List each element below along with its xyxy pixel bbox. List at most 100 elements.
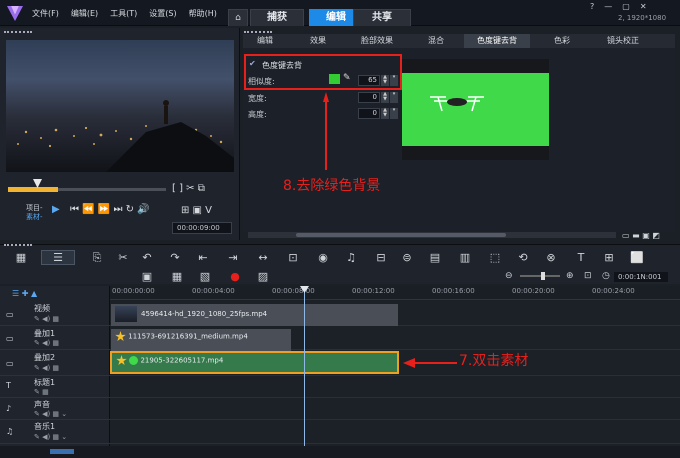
- tab-option-edit[interactable]: 编辑: [245, 34, 285, 48]
- playhead-line[interactable]: [304, 286, 305, 446]
- tool-icon-14[interactable]: ⊗: [544, 251, 558, 264]
- track-name: 音乐1: [34, 422, 56, 431]
- record-icon[interactable]: ◉: [316, 251, 330, 264]
- tool-icon-6[interactable]: ⊡: [286, 251, 300, 264]
- clip-mode-label[interactable]: 素材-: [26, 212, 43, 222]
- tool-icon-16[interactable]: ⬜: [630, 251, 644, 264]
- lane-title1: [110, 376, 680, 398]
- chroma-preview: [402, 59, 549, 160]
- track-controls[interactable]: ✎ ◀) ▦: [34, 364, 59, 372]
- width-spinner[interactable]: ▲ ▼: [381, 92, 389, 103]
- tab-option-blend[interactable]: 混合: [418, 34, 454, 48]
- music-track-icon: ♫: [6, 427, 14, 436]
- panel-grip: [4, 31, 32, 33]
- zoom-out-icon[interactable]: ⊖: [505, 271, 513, 281]
- ruler-label: 00:00:00:00: [112, 287, 155, 295]
- width-input[interactable]: 0: [358, 92, 380, 103]
- tool-icon-19[interactable]: ▧: [198, 270, 212, 283]
- storyboard-view-icon[interactable]: ▦: [14, 251, 28, 264]
- drone-icon: [430, 96, 484, 112]
- tool-icon-13[interactable]: ⟲: [516, 251, 530, 264]
- tab-option-effect[interactable]: 效果: [298, 34, 338, 48]
- timeline-scrollbar[interactable]: [0, 446, 680, 458]
- zoom-in-icon[interactable]: ⊕: [566, 271, 574, 281]
- title-tool-icon[interactable]: T: [574, 251, 588, 264]
- menu-bar: 文件(F) 编辑(E) 工具(T) 设置(S) 帮助(H): [32, 8, 229, 19]
- redo-icon[interactable]: ↷: [168, 251, 182, 264]
- track-manager-icons[interactable]: ☰ ✚ ▲: [12, 289, 37, 298]
- tab-option-chromakey[interactable]: 色度键去背: [464, 34, 530, 48]
- tool-icon-1[interactable]: ⎘: [90, 251, 104, 265]
- play-icon[interactable]: ▶: [52, 204, 60, 215]
- track-controls[interactable]: ✎ ◀) ▦: [34, 339, 59, 347]
- tab-share[interactable]: 共享: [353, 9, 411, 26]
- options-scrollbar-thumb[interactable]: [296, 233, 506, 237]
- clip-filename: 4596414-hd_1920_1080_25fps.mp4: [141, 310, 268, 318]
- mark-in-out-icons[interactable]: [ ] ✂ ⧉: [172, 183, 205, 194]
- transport-icons[interactable]: ⏮ ⏪ ⏩ ⏭ ↻ 🔊: [70, 204, 150, 215]
- zoom-slider-thumb[interactable]: [541, 272, 545, 280]
- tool-icon-8[interactable]: ⊟: [374, 251, 388, 264]
- tab-option-color[interactable]: 色彩: [540, 34, 584, 48]
- tool-icon-20[interactable]: ▨: [256, 270, 270, 283]
- minimize-icon[interactable]: —: [604, 2, 612, 11]
- menu-tools[interactable]: 工具(T): [110, 8, 137, 19]
- panel-view-icons[interactable]: ▭ ▬ ▣ ◩: [622, 231, 660, 240]
- panel-grip-right: [244, 31, 272, 33]
- tool-icon-17[interactable]: ▣: [140, 270, 154, 283]
- tool-icon-12[interactable]: ⬚: [488, 251, 502, 264]
- fit-icon[interactable]: ⊡: [584, 271, 592, 281]
- track-controls[interactable]: ✎ ◀) ▦ ⌄: [34, 433, 67, 441]
- maximize-icon[interactable]: ▢: [622, 2, 630, 11]
- track-controls[interactable]: ✎ ◀) ▦: [34, 315, 59, 323]
- overlay-track-icon: ▭: [6, 359, 14, 368]
- clock-icon: ◷: [602, 271, 610, 281]
- annotation-arrow-up: [323, 92, 329, 170]
- menu-file[interactable]: 文件(F): [32, 8, 59, 19]
- menu-help[interactable]: 帮助(H): [189, 8, 217, 19]
- clip-overlay2-selected[interactable]: 21905-322605117.mp4: [110, 351, 399, 374]
- width-dropdown[interactable]: ▾: [390, 92, 398, 103]
- help-icon[interactable]: ?: [590, 2, 594, 11]
- ruler-label: 00:00:20:00: [512, 287, 555, 295]
- tool-icon-10[interactable]: ▤: [428, 251, 442, 264]
- tab-option-face[interactable]: 脸部效果: [348, 34, 406, 48]
- timecode-display[interactable]: 00:00:09:00: [172, 222, 232, 234]
- menu-edit[interactable]: 编辑(E): [71, 8, 98, 19]
- menu-settings[interactable]: 设置(S): [149, 8, 176, 19]
- clip-video[interactable]: 4596414-hd_1920_1080_25fps.mp4: [111, 304, 398, 326]
- height-input[interactable]: 0: [358, 108, 380, 119]
- tab-option-lens[interactable]: 镜头校正: [592, 34, 654, 48]
- track-name: 视频: [34, 304, 50, 313]
- clip-overlay1[interactable]: 111573-691216391_medium.mp4: [111, 329, 291, 351]
- tool-icon-2[interactable]: ✂: [116, 251, 130, 264]
- height-spinner[interactable]: ▲ ▼: [381, 108, 389, 119]
- aspect-icons[interactable]: ⊞ ▣ V: [181, 205, 212, 216]
- ruler-label: 00:00:12:00: [352, 287, 395, 295]
- chroma-badge-icon: [129, 356, 139, 365]
- track-controls[interactable]: ✎ ◀) ▦ ⌄: [34, 410, 67, 418]
- tool-icon-5[interactable]: ↔: [256, 251, 270, 264]
- tab-capture[interactable]: 捕获: [250, 9, 304, 26]
- track-name: 标题1: [34, 378, 56, 387]
- app-logo-icon: [7, 6, 23, 21]
- tool-icon-3[interactable]: ⇤: [196, 251, 210, 264]
- mic-icon[interactable]: ●: [228, 270, 242, 283]
- ruler-label: 00:00:08:00: [272, 287, 315, 295]
- tool-icon-18[interactable]: ▦: [170, 270, 184, 283]
- tool-icon-15[interactable]: ⊞: [602, 251, 616, 264]
- zoom-slider[interactable]: [520, 275, 560, 277]
- tool-icon-9[interactable]: ⊜: [400, 251, 414, 264]
- zoom-time[interactable]: 0:00:1N:001: [614, 272, 668, 282]
- tool-icon-7[interactable]: ♫: [344, 251, 358, 264]
- timeline-scroll-thumb[interactable]: [50, 449, 74, 454]
- home-icon[interactable]: ⌂: [228, 9, 248, 26]
- close-icon[interactable]: ✕: [640, 2, 647, 11]
- height-label: 高度:: [248, 110, 267, 119]
- track-controls[interactable]: ✎ ▦: [34, 388, 49, 396]
- undo-icon[interactable]: ↶: [140, 251, 154, 264]
- trim-selection[interactable]: [8, 187, 58, 192]
- tool-icon-11[interactable]: ▥: [458, 251, 472, 264]
- tool-icon-4[interactable]: ⇥: [226, 251, 240, 264]
- height-dropdown[interactable]: ▾: [390, 108, 398, 119]
